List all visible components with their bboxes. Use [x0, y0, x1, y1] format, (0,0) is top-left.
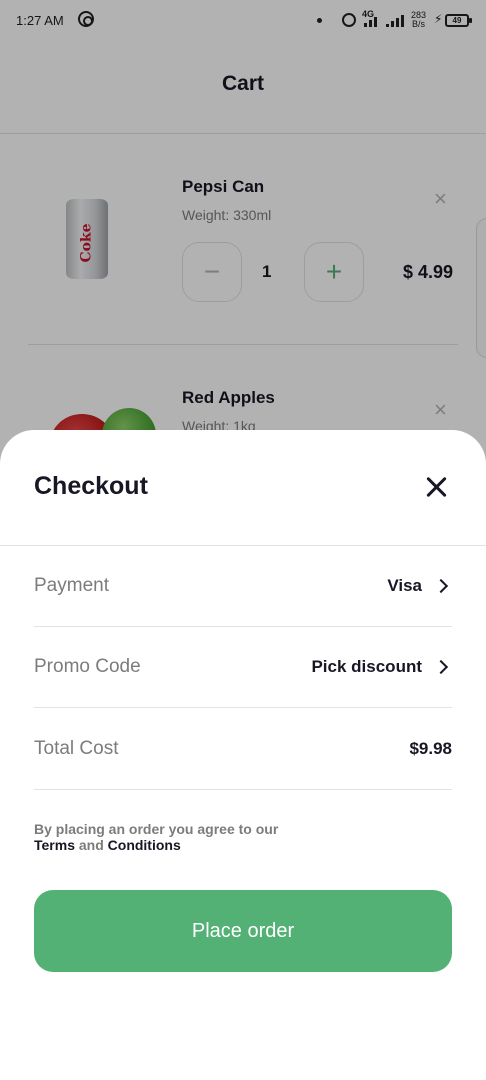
checkout-title: Checkout — [34, 472, 148, 500]
terms-link[interactable]: Terms — [34, 837, 75, 853]
terms-prefix: By placing an order you agree to our — [34, 821, 279, 837]
chevron-right-icon — [433, 659, 449, 675]
terms-and: and — [78, 837, 104, 853]
total-cost-label: Total Cost — [34, 738, 119, 759]
payment-value: Visa — [387, 576, 422, 595]
chevron-right-icon — [433, 578, 449, 594]
promo-code-value: Pick discount — [311, 657, 422, 676]
payment-label: Payment — [34, 575, 109, 596]
conditions-link[interactable]: Conditions — [108, 837, 181, 853]
promo-code-row[interactable]: Promo Code Pick discount — [34, 627, 452, 708]
place-order-button[interactable]: Place order — [34, 890, 452, 972]
payment-row[interactable]: Payment Visa — [34, 546, 452, 627]
checkout-sheet: Checkout Payment Visa Promo Code Pick di… — [0, 430, 486, 1080]
terms-notice: By placing an order you agree to our Ter… — [34, 821, 354, 853]
close-icon[interactable] — [423, 474, 449, 500]
total-cost-value: $9.98 — [409, 739, 452, 758]
promo-code-label: Promo Code — [34, 656, 141, 677]
total-cost-row: Total Cost $9.98 — [34, 709, 452, 790]
